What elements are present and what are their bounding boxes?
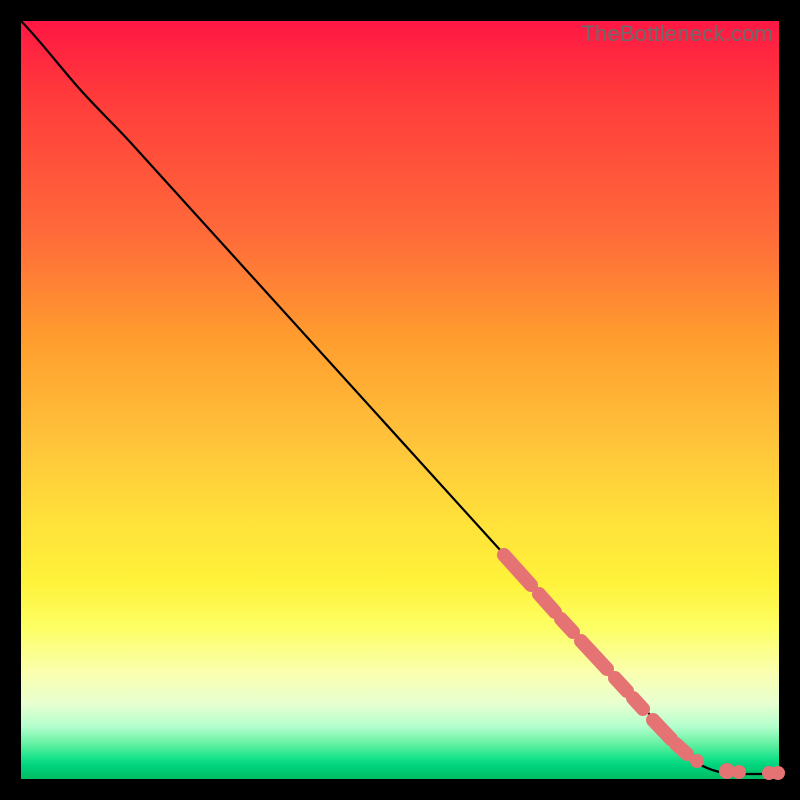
marker-segment (561, 619, 573, 632)
marker-segment (539, 594, 555, 612)
marker-segment (653, 720, 671, 739)
marker-segment (504, 555, 531, 585)
chart-svg (21, 21, 779, 779)
marker-segment (676, 744, 687, 754)
main-curve (21, 21, 779, 774)
marker-dot (732, 765, 746, 779)
plot-frame: TheBottleneck.com (21, 21, 779, 779)
marker-segment (633, 698, 643, 709)
marker-segment (581, 641, 607, 669)
curve-layer (21, 21, 779, 774)
marker-dot (690, 754, 704, 768)
marker-dot (771, 766, 785, 780)
marker-segment (615, 678, 627, 691)
marker-layer (504, 555, 785, 780)
